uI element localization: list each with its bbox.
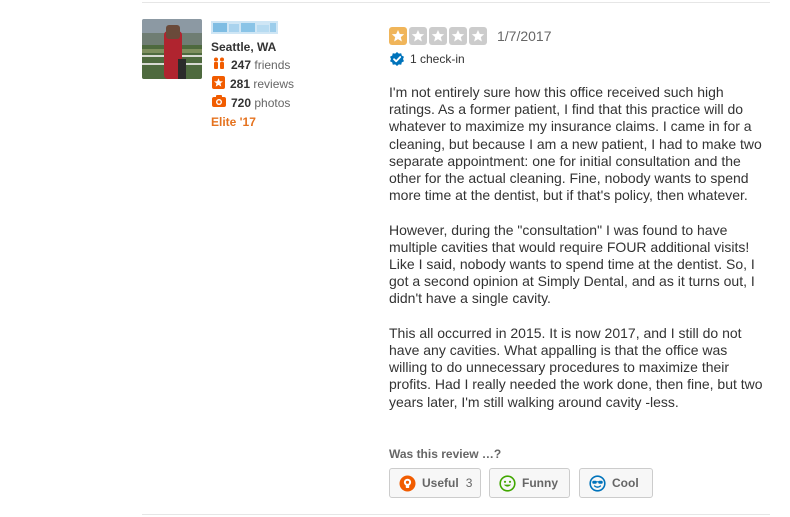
reviews-stat: 281 reviews	[212, 76, 295, 92]
useful-count: 3	[465, 476, 473, 490]
cool-label: Cool	[612, 476, 639, 490]
friends-label: friends	[254, 58, 291, 72]
check-badge-icon	[390, 52, 404, 66]
review-paragraph: However, during the "consultation" I was…	[389, 221, 755, 307]
feedback-prompt: Was this review …?	[389, 447, 502, 461]
sunglasses-icon	[589, 474, 606, 492]
top-divider	[142, 2, 770, 3]
review-text: I'm not entirely sure how this office re…	[389, 84, 769, 428]
smiley-icon	[499, 474, 516, 492]
reviews-count: 281	[230, 77, 251, 92]
review-paragraph: This all occurred in 2015. It is now 201…	[389, 324, 763, 410]
review-date: 1/7/2017	[497, 28, 552, 44]
elite-badge[interactable]: Elite '17	[211, 115, 256, 129]
lightbulb-icon	[399, 475, 416, 492]
user-location: Seattle, WA	[211, 40, 277, 54]
star-icon	[449, 27, 467, 45]
useful-label: Useful	[422, 476, 459, 490]
bottom-divider	[142, 514, 770, 515]
photos-stat: 720 photos	[212, 95, 291, 110]
funny-button[interactable]: Funny	[489, 468, 570, 498]
useful-button[interactable]: Useful 3	[389, 468, 481, 498]
reviews-star-icon	[212, 76, 225, 92]
funny-label: Funny	[522, 476, 558, 490]
photos-count: 720	[231, 96, 252, 110]
star-icon	[409, 27, 427, 45]
star-icon	[469, 27, 487, 45]
user-avatar[interactable]	[142, 19, 202, 79]
review-paragraph: I'm not entirely sure how this office re…	[389, 84, 762, 204]
friends-count: 247	[231, 58, 252, 72]
star-icon	[389, 27, 407, 45]
star-icon	[429, 27, 447, 45]
reviews-label: reviews	[253, 77, 295, 92]
photos-label: photos	[254, 96, 291, 110]
friends-icon	[212, 57, 226, 72]
checkin-label: 1 check-in	[410, 52, 465, 66]
friends-stat: 247 friends	[212, 57, 291, 72]
checkin-info: 1 check-in	[390, 52, 465, 66]
camera-icon	[212, 95, 226, 110]
cool-button[interactable]: Cool	[579, 468, 653, 498]
star-rating	[389, 27, 487, 45]
user-name-blurred[interactable]	[211, 21, 278, 34]
